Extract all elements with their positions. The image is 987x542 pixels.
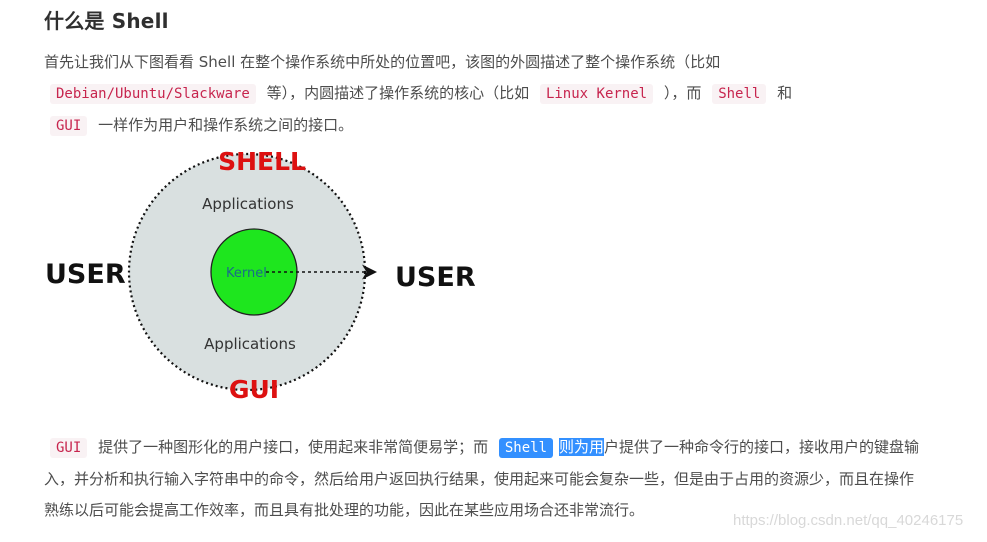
code-debian: Debian/Ubuntu/Slackware [50,84,256,104]
applications-bottom-label: Applications [204,335,296,353]
intro-text-3: ），而 [663,84,702,102]
shell-label: SHELL [218,147,306,176]
code-gui: GUI [50,116,88,136]
intro-text-4: 和 [777,84,793,102]
intro-text-5: 一样作为用户和操作系统之间的接口。 [98,116,354,134]
intro-text-1: 首先让我们从下图看看 Shell 在整个操作系统中所处的位置吧，该图的外圆描述了… [44,53,721,71]
shell-diagram: Kernel Applications Applications SHELL G… [45,147,476,404]
applications-top-label: Applications [202,195,294,213]
intro-paragraph: 首先让我们从下图看看 Shell 在整个操作系统中所处的位置吧，该图的外圆描述了… [44,47,924,142]
comparison-text-1: 提供了一种图形化的用户接口，使用起来非常简便易学；而 [98,438,489,456]
user-left-label: USER [45,259,126,290]
watermark: https://blog.csdn.net/qq_40246175 [733,512,964,529]
code-gui-2: GUI [50,438,88,458]
intro-text-2: 等），内圆描述了操作系统的核心（比如 [266,84,530,102]
code-shell-selected: Shell [498,438,554,458]
code-shell: Shell [712,84,767,104]
kernel-label: Kernel [226,266,267,281]
gui-label: GUI [229,375,279,404]
code-linux-kernel: Linux Kernel [539,84,654,104]
user-right-label: USER [395,262,476,293]
selected-text: 则为用 [559,438,605,456]
section-heading: 什么是 Shell [44,9,169,33]
